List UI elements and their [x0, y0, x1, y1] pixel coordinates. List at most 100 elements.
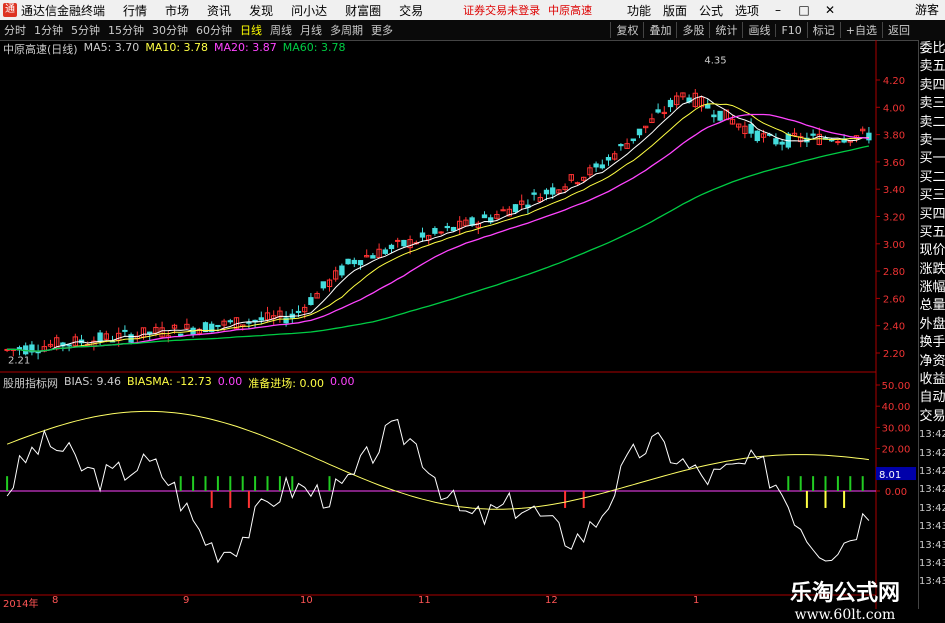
menu-news[interactable]: 资讯: [207, 2, 231, 19]
login-notice[interactable]: 证券交易未登录 中原高速: [463, 2, 592, 18]
candle-body: [308, 297, 314, 305]
price-tick-label: 2.60: [883, 294, 905, 305]
tool-multi-stock[interactable]: 多股: [676, 22, 709, 38]
candle-body: [419, 232, 426, 238]
sidebar-item: 卖四: [919, 77, 945, 93]
menu-trade[interactable]: 交易: [399, 2, 423, 19]
tool-draw[interactable]: 画线: [742, 22, 775, 38]
sidebar-item: 卖一: [919, 132, 945, 148]
candle-body: [717, 110, 723, 121]
ma20-value: MA20: 3.87: [214, 41, 277, 54]
menu-market[interactable]: 市场: [165, 2, 189, 19]
minimize-icon[interactable]: –: [771, 3, 785, 17]
sub-panel-title: 股朋指标网: [3, 377, 58, 390]
watermark-url: www.60lt.com: [794, 607, 896, 623]
menu-function[interactable]: 功能: [627, 2, 651, 19]
candle-body: [438, 231, 444, 234]
menu-quotes[interactable]: 行情: [123, 2, 147, 19]
tool-overlay[interactable]: 叠加: [643, 22, 676, 38]
menu-ask[interactable]: 问小达: [291, 2, 327, 19]
tool-f10[interactable]: F10: [775, 23, 806, 37]
sidebar-item: 卖二: [919, 114, 945, 130]
price-tick-label: 4.20: [883, 76, 905, 87]
candle-body: [550, 187, 556, 195]
candle-body: [512, 204, 519, 213]
month-label-oct: 10: [300, 595, 313, 606]
candle-body: [128, 334, 134, 343]
period-5min[interactable]: 5分钟: [67, 22, 104, 38]
signal-value-2: 0.00: [330, 375, 355, 388]
chart-tools: 复权 叠加 多股 统计 画线 F10 标记 +自选 返回: [610, 20, 915, 40]
biasma-value: BIASMA: -12.73: [127, 375, 212, 388]
price-tick-label: 3.00: [883, 240, 905, 251]
sidebar-item: 13:43: [919, 539, 945, 551]
candle-body: [705, 104, 711, 109]
sidebar-item: 13:43: [919, 576, 945, 588]
menu-wealth[interactable]: 财富圈: [345, 2, 381, 19]
extra-value: 0.00: [217, 375, 243, 388]
candle-body: [481, 214, 488, 219]
period-daily[interactable]: 日线: [236, 22, 266, 38]
tool-back[interactable]: 返回: [882, 22, 915, 38]
period-weekly[interactable]: 周线: [266, 22, 296, 38]
tool-mark[interactable]: 标记: [806, 22, 840, 38]
candle-body: [748, 123, 754, 134]
sidebar-item: 13:42: [919, 429, 945, 441]
app-title: 通达信金融终端: [21, 3, 106, 18]
menu-formula[interactable]: 公式: [699, 2, 723, 19]
candle-body: [450, 226, 457, 232]
candle-body: [754, 130, 760, 142]
main-panel-legend: 中原高速(日线) MA5: 3.70 MA10: 3.78 MA20: 3.87…: [0, 41, 345, 56]
period-30min[interactable]: 30分钟: [148, 22, 192, 38]
price-tick-label: 2.40: [883, 322, 905, 333]
candle-body: [593, 163, 599, 168]
period-1min[interactable]: 1分钟: [30, 22, 67, 38]
top-right-menu: 功能 版面 公式 选项 – □ ✕: [627, 0, 837, 20]
sidebar-item: 交易: [919, 408, 945, 424]
sidebar-item: 买五: [919, 224, 945, 240]
tool-stats[interactable]: 统计: [709, 22, 742, 38]
guest-label[interactable]: 游客: [915, 0, 939, 20]
candle-body: [388, 244, 395, 250]
month-label-nov: 11: [418, 595, 431, 606]
ma5-value: MA5: 3.70: [83, 41, 140, 54]
year-label: 2014年: [3, 599, 39, 610]
candle-body: [345, 258, 351, 265]
menu-discover[interactable]: 发现: [249, 2, 273, 19]
candle-body: [320, 281, 326, 289]
month-label-sep: 9: [183, 595, 190, 606]
period-monthly[interactable]: 月线: [296, 22, 326, 38]
candle-body: [711, 114, 717, 118]
sidebar-item: 收益: [919, 372, 945, 388]
sidebar-item: 外盘: [919, 316, 945, 332]
period-15min[interactable]: 15分钟: [104, 22, 148, 38]
sidebar-item: 13:42: [919, 502, 945, 514]
sidebar-item: 13:42: [919, 465, 945, 477]
tool-add-favorite[interactable]: +自选: [839, 22, 882, 38]
candle-body: [444, 225, 450, 229]
menu-layout[interactable]: 版面: [663, 2, 687, 19]
period-multi[interactable]: 多周期: [326, 22, 367, 38]
signal-value: 准备进场: 0.00: [248, 377, 324, 390]
candle-body: [599, 164, 605, 169]
sidebar-item: 13:42: [919, 484, 945, 496]
period-tick[interactable]: 分时: [0, 22, 30, 38]
app-logo-icon: 通: [3, 3, 17, 17]
month-label-aug: 8: [52, 595, 59, 606]
candle-body: [605, 156, 612, 161]
close-icon[interactable]: ✕: [823, 3, 837, 17]
sidebar-item: 卖三: [919, 96, 945, 112]
chart-canvas[interactable]: 4.20 4.00 3.80 3.60 3.40 3.20 3.00 2.80 2.60 2.40…: [0, 40, 918, 609]
period-more[interactable]: 更多: [367, 22, 397, 38]
watermark: 乐淘公式网 www.60lt.com: [775, 575, 915, 623]
period-60min[interactable]: 60分钟: [192, 22, 236, 38]
candle-body: [835, 141, 841, 144]
candle-body: [66, 344, 72, 347]
tool-adjust[interactable]: 复权: [610, 22, 643, 38]
candle-body: [531, 192, 537, 195]
maximize-icon[interactable]: □: [797, 3, 811, 17]
menu-options[interactable]: 选项: [735, 2, 759, 19]
candle-body: [469, 217, 475, 226]
sidebar-item: 13:43: [919, 521, 945, 533]
month-label-jan: 1: [693, 595, 700, 606]
